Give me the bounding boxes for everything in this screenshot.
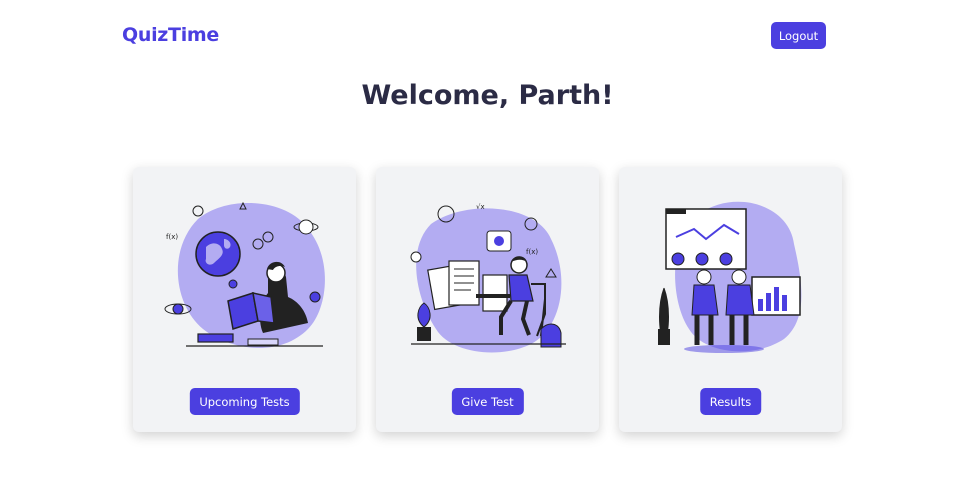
upcoming-tests-button[interactable]: Upcoming Tests xyxy=(189,388,300,415)
people-viewing-charts-icon xyxy=(658,201,802,353)
welcome-heading: Welcome, Parth! xyxy=(361,80,614,111)
give-test-card: √x f(x) Give Test xyxy=(376,167,599,432)
upcoming-tests-card: f(x) Upcoming Tests xyxy=(133,167,356,432)
student-taking-test-icon: √x f(x) xyxy=(410,203,566,353)
svg-text:√x: √x xyxy=(476,203,485,211)
svg-text:f(x): f(x) xyxy=(166,233,178,241)
app-logo[interactable]: QuizTime xyxy=(122,24,219,46)
give-test-button[interactable]: Give Test xyxy=(451,388,524,415)
results-button[interactable]: Results xyxy=(699,388,762,415)
svg-text:f(x): f(x) xyxy=(526,248,538,256)
logout-button[interactable]: Logout xyxy=(771,22,826,49)
student-reading-book-icon: f(x) xyxy=(164,201,325,348)
results-card: Results xyxy=(619,167,842,432)
